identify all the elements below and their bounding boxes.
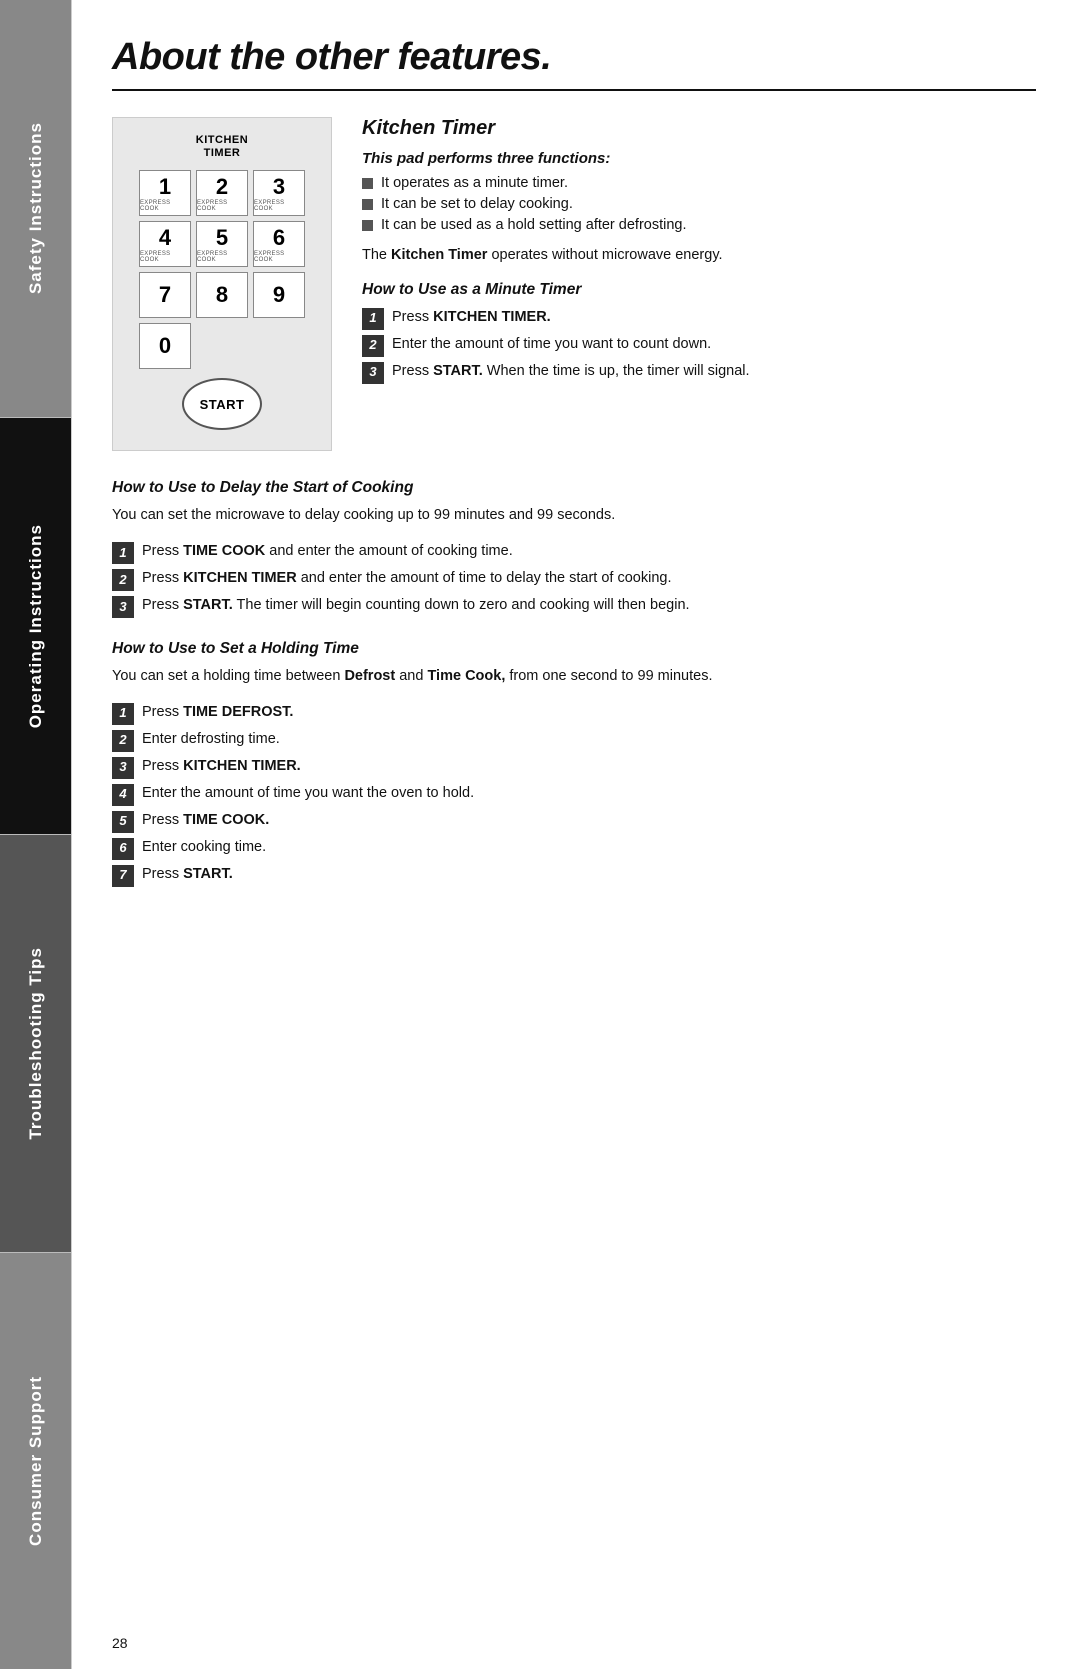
holding-time-heading: How to Use to Set a Holding Time (112, 640, 1036, 658)
step-num-2: 2 (362, 335, 384, 357)
hold-step-4: 4 Enter the amount of time you want the … (112, 783, 1036, 806)
sidebar-section-safety: Safety Instructions (0, 0, 71, 418)
hold-step-1: 1 Press TIME DEFROST. (112, 702, 1036, 725)
delay-step-num-3: 3 (112, 596, 134, 618)
sidebar-section-operating: Operating Instructions (0, 418, 71, 836)
bullet-square-2 (362, 199, 373, 210)
main-content: About the other features. KITCHEN TIMER … (72, 0, 1080, 1669)
top-section: KITCHEN TIMER 1EXPRESS COOK 2EXPRESS COO… (112, 117, 1036, 451)
hold-step-num-5: 5 (112, 811, 134, 833)
delay-step-1: 1 Press TIME COOK and enter the amount o… (112, 541, 1036, 564)
hold-step-text-6: Enter cooking time. (142, 837, 1036, 858)
holding-time-steps: 1 Press TIME DEFROST. 2 Enter defrosting… (112, 702, 1036, 887)
minute-step-text-2: Enter the amount of time you want to cou… (392, 334, 1036, 355)
sidebar-label-operating: Operating Instructions (26, 516, 46, 736)
delay-step-3: 3 Press START. The timer will begin coun… (112, 595, 1036, 618)
hold-step-num-7: 7 (112, 865, 134, 887)
hold-step-num-2: 2 (112, 730, 134, 752)
keypad-timer-label: KITCHEN TIMER (196, 134, 248, 160)
sidebar-section-troubleshooting: Troubleshooting Tips (0, 835, 71, 1253)
bullet-text-3: It can be used as a hold setting after d… (381, 217, 687, 233)
hold-step-3: 3 Press KITCHEN TIMER. (112, 756, 1036, 779)
sidebar: Safety Instructions Operating Instructio… (0, 0, 72, 1669)
sidebar-label-safety: Safety Instructions (26, 114, 46, 302)
key-7[interactable]: 7 (139, 272, 191, 318)
minute-timer-heading: How to Use as a Minute Timer (362, 281, 1036, 299)
delay-cooking-intro: You can set the microwave to delay cooki… (112, 505, 1036, 527)
minute-step-text-3: Press START. When the time is up, the ti… (392, 361, 1036, 382)
step-num-1: 1 (362, 308, 384, 330)
keypad-grid: 1EXPRESS COOK 2EXPRESS COOK 3EXPRESS COO… (139, 170, 305, 430)
delay-cooking-heading: How to Use to Delay the Start of Cooking (112, 479, 1036, 497)
hold-step-num-1: 1 (112, 703, 134, 725)
hold-step-text-1: Press TIME DEFROST. (142, 702, 1036, 723)
key-0[interactable]: 0 (139, 323, 191, 369)
kitchen-timer-heading: Kitchen Timer (362, 117, 1036, 140)
hold-step-2: 2 Enter defrosting time. (112, 729, 1036, 752)
key-start[interactable]: START (182, 378, 262, 430)
delay-step-text-3: Press START. The timer will begin counti… (142, 595, 1036, 616)
title-divider (112, 89, 1036, 91)
delay-cooking-section: How to Use to Delay the Start of Cooking… (112, 479, 1036, 618)
delay-step-num-1: 1 (112, 542, 134, 564)
minute-step-3: 3 Press START. When the time is up, the … (362, 361, 1036, 384)
delay-cooking-steps: 1 Press TIME COOK and enter the amount o… (112, 541, 1036, 618)
page-number: 28 (112, 1635, 128, 1651)
bullet-1: It operates as a minute timer. (362, 175, 1036, 191)
keypad-row-3: 7 8 9 (139, 272, 305, 318)
delay-step-text-2: Press KITCHEN TIMER and enter the amount… (142, 568, 1036, 589)
hold-step-text-3: Press KITCHEN TIMER. (142, 756, 1036, 777)
keypad-row-0: 0 (139, 323, 305, 369)
step-num-3: 3 (362, 362, 384, 384)
hold-step-text-2: Enter defrosting time. (142, 729, 1036, 750)
hold-step-num-3: 3 (112, 757, 134, 779)
key-9[interactable]: 9 (253, 272, 305, 318)
kitchen-timer-subheading: This pad performs three functions: (362, 150, 1036, 167)
bullet-square-3 (362, 220, 373, 231)
sidebar-label-troubleshooting: Troubleshooting Tips (26, 939, 46, 1148)
sidebar-section-consumer: Consumer Support (0, 1253, 71, 1669)
minute-timer-steps: 1 Press KITCHEN TIMER. 2 Enter the amoun… (362, 307, 1036, 384)
keypad-panel: KITCHEN TIMER 1EXPRESS COOK 2EXPRESS COO… (112, 117, 332, 451)
minute-step-1: 1 Press KITCHEN TIMER. (362, 307, 1036, 330)
bullet-2: It can be set to delay cooking. (362, 196, 1036, 212)
key-2[interactable]: 2EXPRESS COOK (196, 170, 248, 216)
hold-step-text-5: Press TIME COOK. (142, 810, 1036, 831)
bullet-3: It can be used as a hold setting after d… (362, 217, 1036, 233)
key-5[interactable]: 5EXPRESS COOK (196, 221, 248, 267)
hold-step-text-7: Press START. (142, 864, 1036, 885)
minute-timer-section: How to Use as a Minute Timer 1 Press KIT… (362, 281, 1036, 384)
key-8[interactable]: 8 (196, 272, 248, 318)
key-3[interactable]: 3EXPRESS COOK (253, 170, 305, 216)
sidebar-label-consumer: Consumer Support (26, 1368, 46, 1554)
keypad-row-start: START (139, 374, 305, 430)
delay-step-2: 2 Press KITCHEN TIMER and enter the amou… (112, 568, 1036, 591)
page-title: About the other features. (112, 36, 1036, 79)
kitchen-timer-info: Kitchen Timer This pad performs three fu… (362, 117, 1036, 451)
kitchen-timer-plain-text: The Kitchen Timer operates without micro… (362, 245, 1036, 267)
hold-step-7: 7 Press START. (112, 864, 1036, 887)
hold-step-num-6: 6 (112, 838, 134, 860)
hold-step-num-4: 4 (112, 784, 134, 806)
key-6[interactable]: 6EXPRESS COOK (253, 221, 305, 267)
bullet-square-1 (362, 178, 373, 189)
holding-time-intro: You can set a holding time between Defro… (112, 666, 1036, 688)
minute-step-text-1: Press KITCHEN TIMER. (392, 307, 1036, 328)
key-4[interactable]: 4EXPRESS COOK (139, 221, 191, 267)
minute-step-2: 2 Enter the amount of time you want to c… (362, 334, 1036, 357)
delay-step-text-1: Press TIME COOK and enter the amount of … (142, 541, 1036, 562)
bullet-text-2: It can be set to delay cooking. (381, 196, 573, 212)
hold-step-text-4: Enter the amount of time you want the ov… (142, 783, 1036, 804)
keypad-row-2: 4EXPRESS COOK 5EXPRESS COOK 6EXPRESS COO… (139, 221, 305, 267)
holding-time-section: How to Use to Set a Holding Time You can… (112, 640, 1036, 887)
key-1[interactable]: 1EXPRESS COOK (139, 170, 191, 216)
hold-step-5: 5 Press TIME COOK. (112, 810, 1036, 833)
hold-step-6: 6 Enter cooking time. (112, 837, 1036, 860)
bullet-text-1: It operates as a minute timer. (381, 175, 568, 191)
keypad-row-1: 1EXPRESS COOK 2EXPRESS COOK 3EXPRESS COO… (139, 170, 305, 216)
delay-step-num-2: 2 (112, 569, 134, 591)
